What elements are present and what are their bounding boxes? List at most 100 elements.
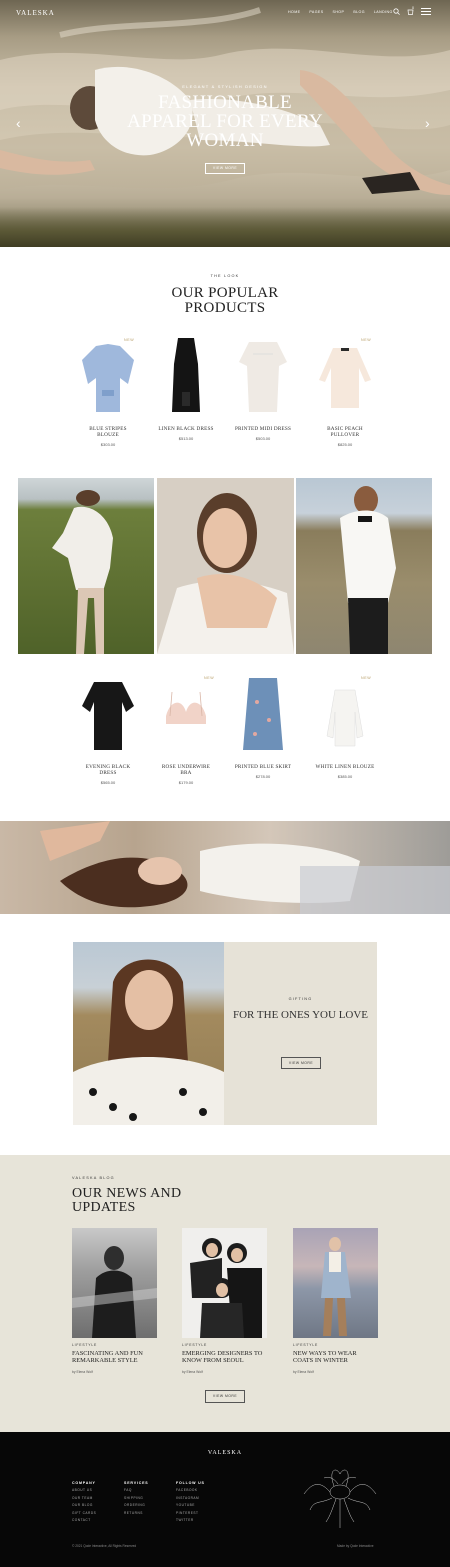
new-badge: NEW bbox=[124, 338, 135, 342]
footer-link[interactable]: OUR BLOG bbox=[72, 1503, 96, 1507]
nav-icons: 0 bbox=[393, 6, 431, 15]
product-price: $825.00 bbox=[337, 442, 353, 447]
footer-link[interactable]: GIFT CARDS bbox=[72, 1511, 96, 1515]
product-price: $503.00 bbox=[255, 436, 271, 441]
footer-logo[interactable]: VALESKA bbox=[0, 1450, 450, 1456]
product-image[interactable] bbox=[315, 672, 375, 752]
product-name[interactable]: BASIC PEACH PULLOVER bbox=[315, 426, 375, 438]
news-image[interactable] bbox=[72, 1228, 157, 1338]
product-name[interactable]: ROSE UNDERWIRE BRA bbox=[156, 764, 216, 776]
hero-prev-arrow-icon[interactable]: ‹ bbox=[16, 116, 21, 130]
news-category[interactable]: LIFESTYLE bbox=[182, 1343, 267, 1347]
product-card[interactable]: NEW WHITE LINEN BLOUZE $385.00 bbox=[315, 672, 375, 779]
news-title: OUR NEWS AND UPDATES bbox=[72, 1186, 182, 1215]
product-price: $513.00 bbox=[178, 436, 194, 441]
product-image[interactable] bbox=[156, 672, 216, 752]
footer-link[interactable]: RETURNS bbox=[124, 1511, 149, 1515]
new-badge: NEW bbox=[204, 676, 215, 680]
hero-view-more-button[interactable]: VIEW MORE bbox=[205, 163, 245, 174]
cart-icon[interactable]: 0 bbox=[407, 6, 414, 15]
hero-next-arrow-icon[interactable]: › bbox=[425, 116, 430, 130]
product-name[interactable]: EVENING BLACK DRESS bbox=[78, 764, 138, 776]
hero-title: FASHIONABLE APPAREL FOR EVERY WOMAN bbox=[127, 92, 323, 151]
grass-strip bbox=[0, 207, 450, 247]
footer-link[interactable]: PINTEREST bbox=[176, 1511, 205, 1515]
footer-column-title: FOLLOW US bbox=[176, 1481, 205, 1485]
footer-made-by[interactable]: Made by Qode Interactive bbox=[337, 1544, 374, 1548]
site-logo[interactable]: VALESKA bbox=[16, 9, 55, 17]
footer-column-title: COMPANY bbox=[72, 1481, 96, 1485]
product-image[interactable] bbox=[78, 334, 138, 414]
news-category[interactable]: LIFESTYLE bbox=[72, 1343, 157, 1347]
news-view-more-button[interactable]: VIEW MORE bbox=[205, 1390, 245, 1403]
nav-link-blog[interactable]: BLOG bbox=[353, 10, 365, 14]
news-author: by Elena Wolf bbox=[182, 1370, 203, 1374]
news-card[interactable]: LIFESTYLE EMERGING DESIGNERS TO KNOW FRO… bbox=[182, 1228, 267, 1374]
news-card[interactable]: LIFESTYLE FASCINATING AND FUN REMARKABLE… bbox=[72, 1228, 157, 1374]
footer-copyright: © 2021 Qode Interactive, All Rights Rese… bbox=[72, 1544, 137, 1548]
news-headline[interactable]: EMERGING DESIGNERS TO KNOW FROM SEOUL bbox=[182, 1350, 267, 1364]
product-image[interactable] bbox=[233, 334, 293, 414]
news-card[interactable]: LIFESTYLE NEW WAYS TO WEAR COATS IN WINT… bbox=[293, 1228, 378, 1374]
footer-column-company: COMPANY ABOUT US OUR TEAM OUR BLOG GIFT … bbox=[72, 1481, 96, 1522]
product-image[interactable] bbox=[233, 672, 293, 752]
gift-title: FOR THE ONES YOU LOVE bbox=[232, 1009, 369, 1021]
product-card[interactable]: NEW BASIC PEACH PULLOVER $825.00 bbox=[315, 334, 375, 447]
news-image[interactable] bbox=[182, 1228, 267, 1338]
footer-link[interactable]: ABOUT US bbox=[72, 1488, 96, 1492]
product-name[interactable]: BLUE STRIPES BLOUZE bbox=[78, 426, 138, 438]
product-name[interactable]: PRINTED MIDI DRESS bbox=[233, 426, 293, 432]
footer-link[interactable]: INSTAGRAM bbox=[176, 1496, 205, 1500]
chrysanthemum-icon bbox=[303, 1469, 377, 1528]
new-badge: NEW bbox=[361, 338, 372, 342]
nav-link-home[interactable]: HOME bbox=[288, 10, 300, 14]
footer-link[interactable]: ORDERING bbox=[124, 1503, 149, 1507]
product-card[interactable]: PRINTED MIDI DRESS $503.00 bbox=[233, 334, 293, 441]
product-image[interactable] bbox=[78, 672, 138, 752]
news-headline[interactable]: FASCINATING AND FUN REMARKABLE STYLE bbox=[72, 1350, 157, 1364]
product-image[interactable] bbox=[156, 334, 216, 414]
news-category[interactable]: LIFESTYLE bbox=[293, 1343, 378, 1347]
product-card[interactable]: LINEN BLACK DRESS $513.00 bbox=[156, 334, 216, 441]
news-author: by Elena Wolf bbox=[72, 1370, 93, 1374]
news-eyebrow: VALESKA BLOG bbox=[72, 1176, 115, 1180]
footer-link[interactable]: OUR TEAM bbox=[72, 1496, 96, 1500]
product-image[interactable] bbox=[315, 334, 375, 414]
popular-title: OUR POPULAR PRODUCTS bbox=[171, 285, 279, 316]
product-price: $179.00 bbox=[178, 780, 194, 785]
footer-link[interactable]: YOUTUBE bbox=[176, 1503, 205, 1507]
product-card[interactable]: EVENING BLACK DRESS $565.00 bbox=[78, 672, 138, 785]
footer-link[interactable]: FAQ bbox=[124, 1488, 149, 1492]
product-card[interactable]: NEW ROSE UNDERWIRE BRA $179.00 bbox=[156, 672, 216, 785]
main-nav: HOME PAGES SHOP BLOG LANDING bbox=[288, 10, 393, 14]
footer-link[interactable]: CONTACT bbox=[72, 1518, 96, 1522]
product-card[interactable]: PRINTED BLUE SKIRT $278.00 bbox=[233, 672, 293, 779]
hero-eyebrow: ELEGANT & STYLISH DESIGN bbox=[182, 84, 268, 89]
footer-column-follow: FOLLOW US FACEBOOK INSTAGRAM YOUTUBE PIN… bbox=[176, 1481, 205, 1522]
product-name[interactable]: WHITE LINEN BLOUZE bbox=[315, 764, 375, 770]
product-price: $278.00 bbox=[255, 774, 271, 779]
popular-eyebrow: THE LOOK bbox=[210, 274, 240, 278]
lookbook-photo bbox=[296, 478, 432, 654]
search-icon[interactable] bbox=[393, 8, 400, 15]
product-price: $565.00 bbox=[100, 780, 116, 785]
news-headline[interactable]: NEW WAYS TO WEAR COATS IN WINTER bbox=[293, 1350, 378, 1364]
news-author: by Elena Wolf bbox=[293, 1370, 314, 1374]
gift-eyebrow: GIFTING bbox=[288, 997, 313, 1001]
nav-link-shop[interactable]: SHOP bbox=[333, 10, 345, 14]
nav-link-pages[interactable]: PAGES bbox=[309, 10, 323, 14]
menu-icon[interactable] bbox=[421, 8, 431, 15]
cart-count: 0 bbox=[412, 6, 414, 10]
product-card[interactable]: NEW BLUE STRIPES BLOUZE $303.00 bbox=[78, 334, 138, 447]
product-price: $385.00 bbox=[337, 774, 353, 779]
news-image[interactable] bbox=[293, 1228, 378, 1338]
product-name[interactable]: PRINTED BLUE SKIRT bbox=[233, 764, 293, 770]
gift-panel bbox=[224, 942, 377, 1125]
gift-view-more-button[interactable]: VIEW MORE bbox=[281, 1057, 321, 1069]
wide-banner-photo bbox=[0, 821, 450, 914]
footer-link[interactable]: TWITTER bbox=[176, 1518, 205, 1522]
footer-link[interactable]: FACEBOOK bbox=[176, 1488, 205, 1492]
nav-link-landing[interactable]: LANDING bbox=[374, 10, 393, 14]
footer-link[interactable]: SHIPPING bbox=[124, 1496, 149, 1500]
product-name[interactable]: LINEN BLACK DRESS bbox=[156, 426, 216, 432]
